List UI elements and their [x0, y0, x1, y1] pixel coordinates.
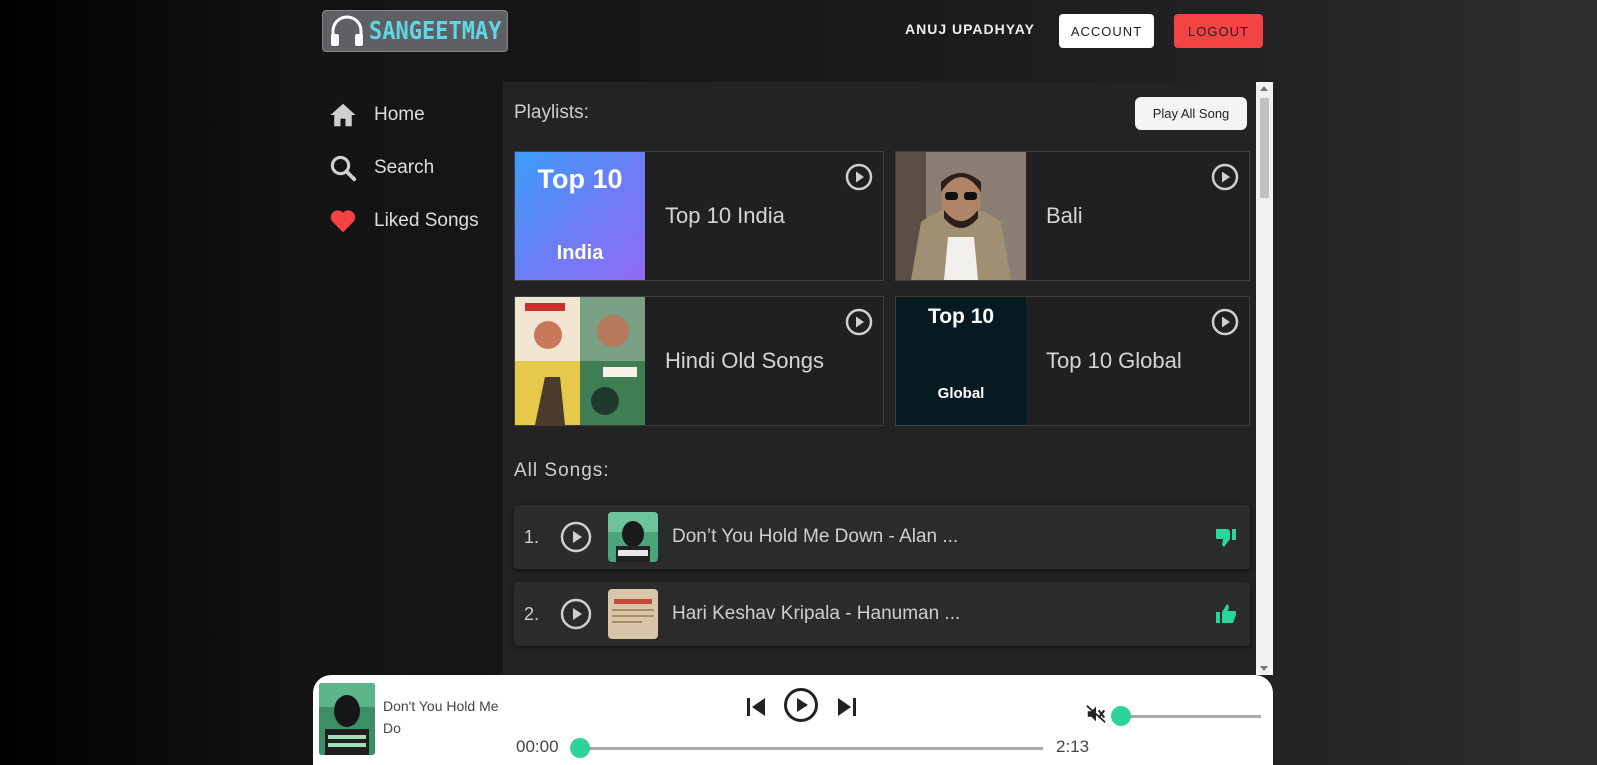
song-number: 1.	[524, 526, 540, 547]
play-circle-icon[interactable]	[560, 521, 592, 553]
play-circle-icon[interactable]	[845, 163, 873, 191]
song-thumbnail	[608, 589, 658, 639]
logo[interactable]: SANGEETMAY	[322, 10, 508, 52]
playlist-card-bali[interactable]: Bali	[895, 151, 1250, 281]
playlist-card-hindi-old-songs[interactable]: Hindi Old Songs	[514, 296, 884, 426]
play-circle-icon[interactable]	[845, 308, 873, 336]
seek-bar[interactable]	[581, 747, 1043, 750]
artist-photo	[896, 152, 1026, 280]
play-all-button[interactable]: Play All Song	[1135, 97, 1247, 130]
volume-mute-icon[interactable]	[1085, 703, 1107, 725]
play-circle-icon[interactable]	[783, 687, 819, 723]
volume-slider[interactable]	[1121, 715, 1261, 718]
logo-text: SANGEETMAY	[369, 16, 502, 46]
seek-handle[interactable]	[570, 738, 590, 758]
playlist-card-top-10-global[interactable]: Top 10 Global Top 10 Global	[895, 296, 1250, 426]
playlist-card-top-10-india[interactable]: Top 10 India Top 10 India	[514, 151, 884, 281]
scroll-thumb[interactable]	[1260, 98, 1269, 198]
playlist-name: Top 10 Global	[1046, 348, 1182, 373]
volume-handle[interactable]	[1111, 706, 1131, 726]
current-time: 00:00	[516, 737, 559, 756]
skip-next-icon[interactable]	[836, 695, 858, 719]
collage-image	[515, 297, 645, 425]
playlist-name: Hindi Old Songs	[665, 348, 824, 373]
now-playing-title: Don't You Hold Me Do	[383, 698, 499, 736]
song-title: Hari Keshav Kripala - Hanuman ...	[672, 603, 961, 624]
playlist-cover: Top 10 India	[515, 152, 645, 280]
sidebar-item-search[interactable]: Search	[328, 141, 479, 194]
duration: 2:13	[1056, 737, 1090, 756]
song-row[interactable]: 2. Hari Keshav Kripala - Hanuman ...	[514, 582, 1250, 646]
sidebar-item-label: Home	[374, 103, 425, 125]
playlists-title: Playlists:	[514, 102, 589, 123]
song-title: Don’t You Hold Me Down - Alan ...	[672, 526, 959, 547]
account-button[interactable]: ACCOUNT	[1059, 14, 1154, 48]
home-icon	[330, 103, 356, 126]
all-songs-title: All Songs:	[514, 460, 610, 481]
search-icon	[330, 155, 357, 181]
play-circle-icon[interactable]	[1211, 308, 1239, 336]
song-row[interactable]: 1. Don’t You Hold Me Down - Alan ...	[514, 505, 1250, 569]
player-bar: Don't You Hold Me Do 00:00 2:13	[313, 675, 1273, 765]
playlist-cover: Top 10 Global	[896, 297, 1026, 425]
scroll-down-arrow-icon[interactable]	[1260, 666, 1268, 671]
heart-icon	[330, 209, 356, 232]
cover-subtitle: Global	[937, 385, 985, 402]
now-playing-cover	[319, 683, 375, 755]
scroll-up-arrow-icon[interactable]	[1260, 86, 1268, 91]
cover-title: Top 10	[537, 164, 623, 194]
sidebar-item-label: Search	[374, 156, 435, 178]
main-panel: Playlists: Play All Song Top 10 India To…	[503, 82, 1273, 675]
playlist-cover	[896, 152, 1026, 280]
sidebar-item-home[interactable]: Home	[328, 88, 479, 141]
logout-button[interactable]: LOGOUT	[1174, 14, 1263, 48]
playlist-cover	[515, 297, 645, 425]
thumbs-up-icon[interactable]	[1214, 602, 1238, 626]
sidebar-item-liked-songs[interactable]: Liked Songs	[328, 194, 479, 247]
song-number: 2.	[524, 603, 540, 624]
sidebar-item-label: Liked Songs	[374, 209, 479, 231]
username: ANUJ UPADHYAY	[905, 21, 1035, 37]
play-circle-icon[interactable]	[1211, 163, 1239, 191]
skip-previous-icon[interactable]	[745, 695, 767, 719]
thumbs-down-icon[interactable]	[1214, 525, 1238, 549]
main-scrollbar[interactable]	[1256, 82, 1273, 675]
song-thumbnail	[608, 512, 658, 562]
cover-title: Top 10	[927, 305, 995, 328]
play-circle-icon[interactable]	[560, 598, 592, 630]
playlist-name: Top 10 India	[665, 203, 785, 228]
sidebar-nav: Home Search Liked Songs	[328, 88, 479, 247]
cover-subtitle: India	[556, 242, 604, 264]
playlist-name: Bali	[1046, 203, 1083, 228]
headphones-icon	[331, 15, 363, 46]
